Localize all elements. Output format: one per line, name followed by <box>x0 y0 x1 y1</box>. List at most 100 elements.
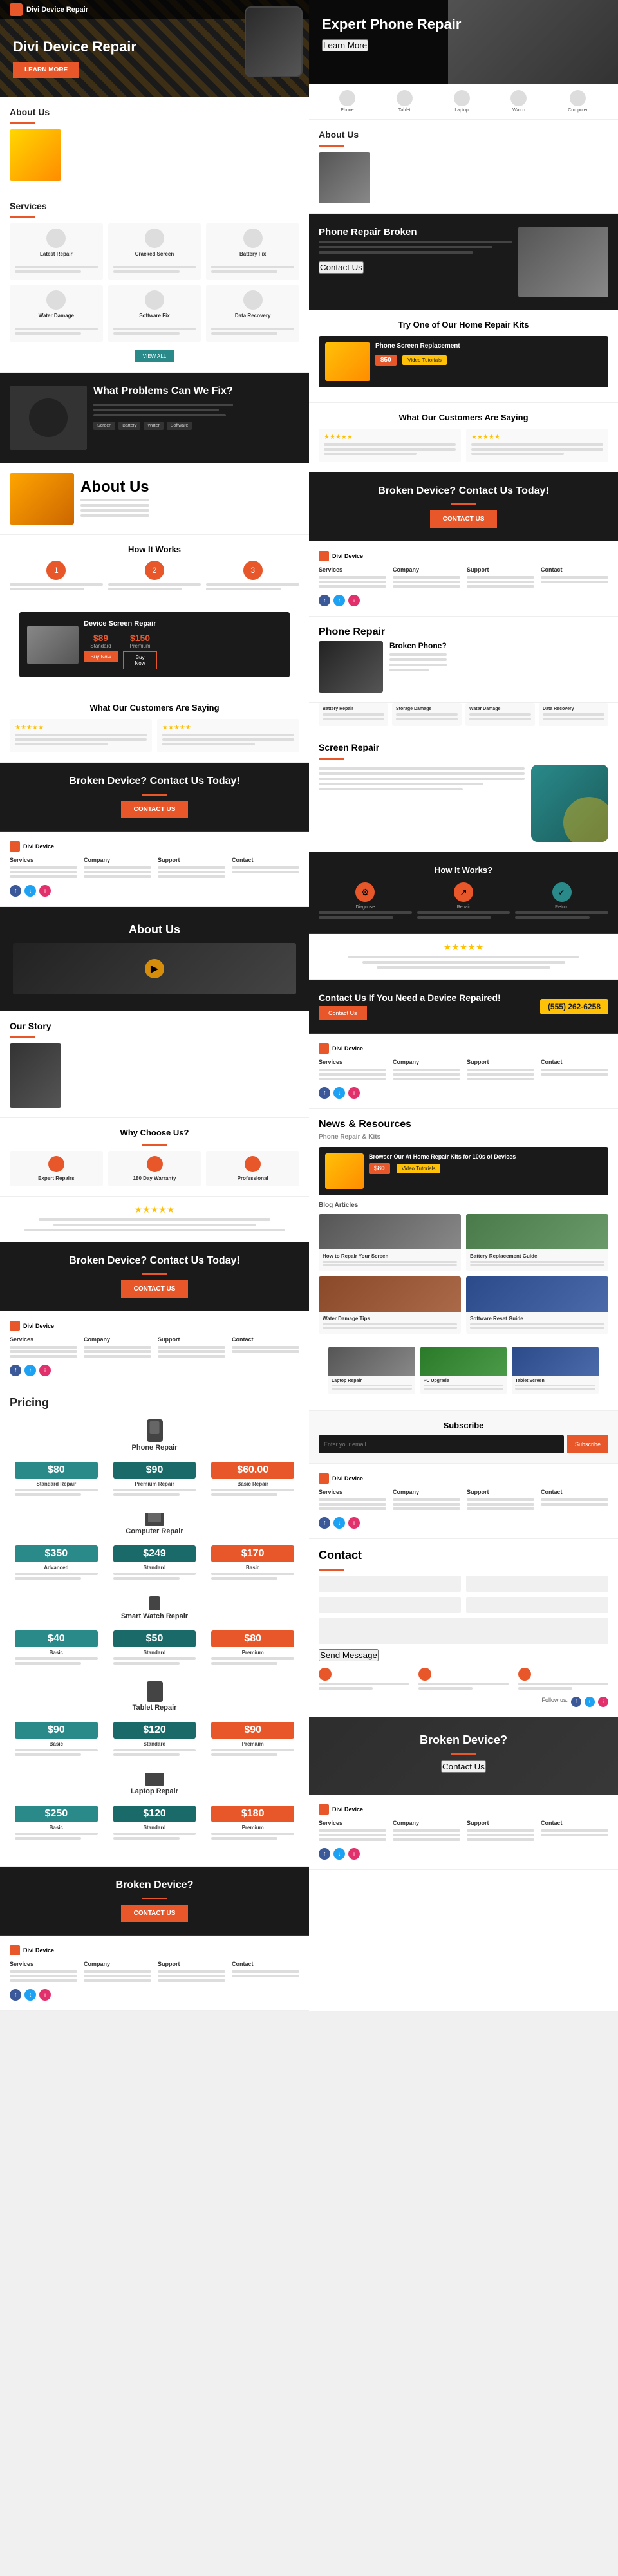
footer2-col-title-3: Support <box>158 1336 225 1343</box>
phone-broken-btn[interactable]: Contact Us <box>319 261 364 274</box>
service-title-6: Data Recovery <box>211 313 294 326</box>
pricing-section: Pricing Phone Repair $80 Standard Repair… <box>0 1386 309 1867</box>
contact-instagram[interactable]: i <box>598 1697 608 1707</box>
facebook-icon-3[interactable]: f <box>10 1989 21 2001</box>
icon-bar-icon-5 <box>570 90 586 106</box>
footer2-col-title-1: Services <box>10 1336 77 1343</box>
instagram-icon-right-3[interactable]: i <box>348 1848 360 1860</box>
service-card-4[interactable]: Water Damage <box>10 285 103 342</box>
blog-card-4[interactable]: Software Reset Guide <box>466 1276 608 1334</box>
footer-news-col-title-2: Company <box>393 1489 460 1495</box>
facebook-icon-1[interactable]: f <box>10 885 21 897</box>
about-page-hero: About Us ▶ <box>0 907 309 1011</box>
instagram-icon-1[interactable]: i <box>39 885 51 897</box>
blog-card-2[interactable]: Battery Replacement Guide <box>466 1214 608 1271</box>
kit-video-btn-1[interactable]: Video Tutorials <box>402 355 447 365</box>
play-button[interactable]: ▶ <box>145 959 164 978</box>
news-video-btn[interactable]: Video Tutorials <box>397 1164 441 1173</box>
phone-tier-1: $80 Standard Repair <box>10 1457 103 1503</box>
blog-card-3-3[interactable]: Tablet Screen <box>512 1347 599 1394</box>
service-card-3[interactable]: Battery Fix <box>206 223 299 280</box>
service-right-3[interactable]: Water Damage <box>465 703 535 726</box>
social-icons-right-2: f t i <box>319 1087 608 1099</box>
contact-info-address <box>319 1668 409 1692</box>
facebook-icon-right-3[interactable]: f <box>319 1848 330 1860</box>
phone-icon-pricing <box>147 1419 163 1442</box>
twitter-icon-news[interactable]: t <box>333 1517 345 1529</box>
cta-btn-3[interactable]: Contact Us <box>121 1905 189 1922</box>
phone-repair-pricing-heading: Phone Repair <box>10 1444 299 1451</box>
broken-device-btn[interactable]: Contact Us <box>441 1760 486 1773</box>
footer-right3-logo-text: Divi Device <box>332 1806 363 1813</box>
blog-card-body-3: Water Damage Tips <box>319 1312 461 1334</box>
left-hero-btn[interactable]: Learn More <box>13 62 79 78</box>
service-card-1[interactable]: Latest Repair <box>10 223 103 280</box>
blog-card-img-1 <box>319 1214 461 1249</box>
computer-price-1: $350 <box>15 1545 98 1562</box>
contact-email-field[interactable] <box>466 1576 608 1592</box>
email-icon <box>518 1668 531 1681</box>
facebook-icon-right-1[interactable]: f <box>319 595 330 606</box>
contact-phone-number[interactable]: (555) 262-6258 <box>540 999 608 1014</box>
footer-right2-col-title-2: Company <box>393 1059 460 1065</box>
service-card-5[interactable]: Software Fix <box>108 285 201 342</box>
kit-title-1: Phone Screen Replacement <box>375 342 460 350</box>
instagram-icon-right-1[interactable]: i <box>348 595 360 606</box>
contact-name-field[interactable] <box>319 1576 461 1592</box>
contact-twitter[interactable]: t <box>585 1697 595 1707</box>
phone-repair-page-heading: Phone Repair <box>319 626 608 638</box>
facebook-icon-2[interactable]: f <box>10 1365 21 1376</box>
contact-facebook[interactable]: f <box>571 1697 581 1707</box>
service-right-2[interactable]: Storage Damage <box>392 703 462 726</box>
twitter-icon-3[interactable]: t <box>24 1989 36 2001</box>
footer-right-logo-icon-2 <box>319 1043 329 1054</box>
facebook-icon-right-2[interactable]: f <box>319 1087 330 1099</box>
contact-submit-btn[interactable]: Send Message <box>319 1649 379 1661</box>
contact-phone-field[interactable] <box>319 1597 461 1613</box>
footer-nav-3: Divi Device Services Company Support Con… <box>0 1936 309 2011</box>
footer2-col-4: Contact <box>232 1336 299 1359</box>
blog-card-3[interactable]: Water Damage Tips <box>319 1276 461 1334</box>
contact-subject-field[interactable] <box>466 1597 608 1613</box>
service-right-4[interactable]: Data Recovery <box>539 703 608 726</box>
subscribe-button[interactable]: Subscribe <box>567 1435 608 1453</box>
subscribe-form[interactable]: Subscribe <box>319 1435 608 1453</box>
instagram-icon-right-2[interactable]: i <box>348 1087 360 1099</box>
instagram-icon-3[interactable]: i <box>39 1989 51 2001</box>
subscribe-email-input[interactable] <box>319 1435 564 1453</box>
blog-card-3-2[interactable]: PC Upgrade <box>420 1347 507 1394</box>
cta-btn-1[interactable]: Contact Us <box>121 801 189 818</box>
instagram-icon-news[interactable]: i <box>348 1517 360 1529</box>
right-hero-title: Expert Phone Repair <box>322 16 478 33</box>
twitter-icon-right-2[interactable]: t <box>333 1087 345 1099</box>
right-hero-btn[interactable]: Learn More <box>322 39 368 51</box>
footer-right-col-title-2: Company <box>393 566 460 573</box>
contact-cta-btn[interactable]: Contact Us <box>319 1006 367 1020</box>
blog-card-1[interactable]: How to Repair Your Screen <box>319 1214 461 1271</box>
pricing-btn-1[interactable]: Buy Now <box>84 651 118 662</box>
twitter-icon-right-3[interactable]: t <box>333 1848 345 1860</box>
testimonials-grid-right: ★★★★★ ★★★★★ <box>319 429 608 462</box>
twitter-icon-1[interactable]: t <box>24 885 36 897</box>
facebook-icon-news[interactable]: f <box>319 1517 330 1529</box>
footer-right-col-1-1: Services <box>319 566 386 590</box>
services-view-all-btn[interactable]: View All <box>135 350 174 362</box>
pricing-heading: Pricing <box>10 1396 299 1410</box>
icon-bar-icon-3 <box>454 90 470 106</box>
about-video-thumb[interactable]: ▶ <box>13 943 296 994</box>
service-card-2[interactable]: Cracked Screen <box>108 223 201 280</box>
instagram-icon-2[interactable]: i <box>39 1365 51 1376</box>
blog-card-3-img-1 <box>328 1347 415 1376</box>
service-right-1[interactable]: Battery Repair <box>319 703 388 726</box>
twitter-icon-2[interactable]: t <box>24 1365 36 1376</box>
footer-right-grid-2: Services Company Support Contact <box>319 1059 608 1082</box>
blog-card-3-1[interactable]: Laptop Repair <box>328 1347 415 1394</box>
twitter-icon-right-1[interactable]: t <box>333 595 345 606</box>
contact-message-field[interactable] <box>319 1618 608 1644</box>
cta-btn-2[interactable]: Contact Us <box>121 1280 189 1298</box>
service-card-6[interactable]: Data Recovery <box>206 285 299 342</box>
pricing-btn-2[interactable]: Buy Now <box>123 651 157 669</box>
pricing-opt-1: $89 Standard Buy Now <box>84 633 118 669</box>
testimonials-section-1: What Our Customers Are Saying ★★★★★ ★★★★… <box>0 693 309 763</box>
cta-right-btn-1[interactable]: Contact Us <box>430 510 498 528</box>
